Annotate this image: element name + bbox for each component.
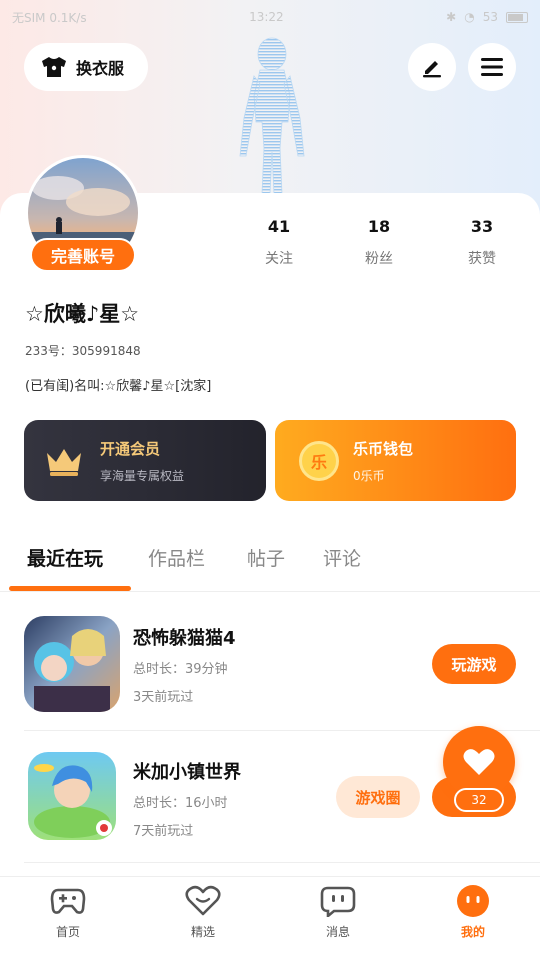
game-circle-button[interactable]: 游戏圈 (336, 776, 420, 818)
battery-icon (506, 11, 528, 23)
stat-followers-label: 粉丝 (365, 251, 393, 267)
user-id: 233号：305991848 (25, 344, 141, 358)
tab-recent[interactable]: 最近在玩 (27, 544, 103, 571)
stat-likes-value: 33 (470, 217, 494, 236)
nickname: ☆欣曦♪星☆ (25, 302, 140, 326)
nav-me[interactable]: 我的 (428, 885, 518, 940)
tab-works[interactable]: 作品栏 (148, 544, 205, 571)
nav-home[interactable]: 首页 (23, 885, 113, 940)
heart-icon (463, 749, 495, 775)
coin-glyph: 乐 (310, 452, 327, 472)
tshirt-icon (42, 57, 66, 77)
nav-featured-label: 精选 (190, 925, 215, 939)
change-outfit-button[interactable]: 换衣服 (24, 43, 148, 91)
stat-following-value: 41 (267, 217, 291, 236)
game-art (34, 764, 112, 838)
list-item[interactable]: 恐怖躲猫猫4 总时长：39分钟 3天前玩过 玩游戏 (0, 598, 540, 730)
wifi-icon: ◔ (464, 10, 475, 24)
status-time: 13:22 (249, 10, 284, 24)
stat-followers-value: 18 (367, 217, 391, 236)
stat-followers[interactable]: 18 粉丝 (344, 217, 414, 268)
heart-outline-icon (185, 885, 221, 916)
wallet-balance: 0乐币 (353, 468, 385, 483)
hamburger-icon (481, 58, 503, 76)
nav-messages[interactable]: 消息 (293, 885, 383, 940)
pen-icon (423, 61, 441, 78)
vip-membership-card[interactable]: 开通会员 享海量专属权益 (24, 420, 266, 501)
wallet-title: 乐币钱包 (353, 439, 414, 458)
game-art (34, 629, 110, 712)
face-icon (457, 885, 489, 917)
vip-title: 开通会员 (100, 439, 161, 458)
stat-likes-label: 获赞 (468, 251, 496, 267)
tab-comments[interactable]: 评论 (323, 544, 361, 571)
game-thumbnail[interactable] (24, 616, 120, 712)
bottom-nav: 首页 精选 消息 我的 (0, 876, 540, 960)
profile-tabs: 最近在玩 作品栏 帖子 评论 (0, 538, 540, 592)
change-outfit-label: 换衣服 (76, 59, 125, 78)
coin-wallet-card[interactable]: 乐 乐币钱包 0乐币 (275, 420, 516, 501)
bio: (已有闺)名叫:☆欣馨♪星☆[沈家] (25, 379, 212, 394)
crown-icon (47, 448, 81, 476)
avatar-hologram (239, 37, 305, 195)
nav-me-label: 我的 (460, 925, 485, 939)
edit-profile-button[interactable] (408, 43, 456, 91)
complete-account-button[interactable]: 完善账号 (30, 238, 136, 272)
status-bar: 无SIM 0.1K/s 13:22 ✱ ◔ 53 (0, 0, 540, 34)
stat-following[interactable]: 41 关注 (244, 217, 314, 268)
gamepad-icon (50, 888, 86, 914)
tab-posts[interactable]: 帖子 (247, 544, 285, 571)
nav-home-label: 首页 (55, 925, 80, 939)
battery-level: 53 (482, 10, 498, 24)
bluetooth-icon: ✱ (446, 10, 457, 24)
game-name: 米加小镇世界 (133, 762, 241, 783)
nav-messages-label: 消息 (325, 925, 350, 939)
game-total-time: 总时长：39分钟 (133, 662, 228, 677)
row-divider (24, 862, 540, 863)
game-total-time: 总时长：16小时 (133, 796, 228, 811)
game-name: 恐怖躲猫猫4 (133, 628, 236, 649)
nav-featured[interactable]: 精选 (158, 885, 248, 940)
play-game-button[interactable]: 玩游戏 (432, 644, 516, 684)
game-thumbnail[interactable] (28, 752, 116, 840)
like-count-badge: 32 (454, 788, 504, 812)
menu-button[interactable] (468, 43, 516, 91)
game-last-played: 3天前玩过 (133, 690, 194, 705)
status-network: 无SIM 0.1K/s (12, 10, 87, 25)
chat-icon (320, 886, 356, 917)
vip-subtitle: 享海量专属权益 (100, 468, 185, 483)
tab-indicator (9, 586, 131, 591)
coin-icon: 乐 (299, 440, 339, 481)
stat-likes[interactable]: 33 获赞 (447, 217, 517, 268)
game-last-played: 7天前玩过 (133, 824, 194, 839)
stat-following-label: 关注 (265, 251, 293, 267)
